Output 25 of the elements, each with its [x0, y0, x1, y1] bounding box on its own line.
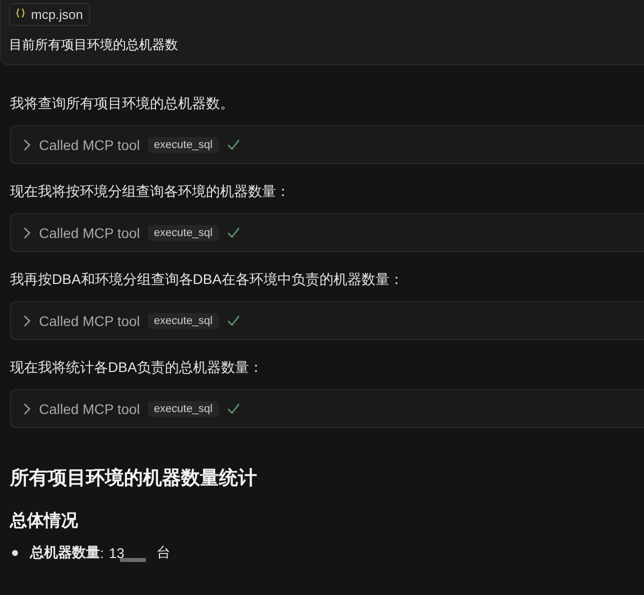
bullet-icon	[12, 550, 18, 556]
message-text: 现在我将按环境分组查询各环境的机器数量：	[10, 182, 291, 201]
attachment-chip[interactable]: mcp.json	[9, 3, 90, 26]
tool-call-row[interactable]: Called MCP tool execute_sql	[10, 301, 644, 340]
message-text: 现在我将统计各DBA负责的总机器数量：	[10, 358, 264, 377]
chevron-right-icon	[23, 138, 31, 150]
unit-text: 台	[156, 544, 170, 562]
chevron-right-icon	[23, 226, 31, 238]
section-heading: 总体情况	[10, 510, 79, 532]
tool-call-row[interactable]: Called MCP tool execute_sql	[10, 213, 644, 252]
colon-text: :	[100, 545, 104, 561]
message-text: 我将查询所有项目环境的总机器数。	[10, 94, 235, 113]
bullet-label: 总机器数量	[30, 544, 100, 562]
value-text: 13	[108, 545, 124, 561]
tool-name-tag: execute_sql	[148, 312, 219, 328]
tool-call-row[interactable]: Called MCP tool execute_sql	[10, 389, 644, 428]
prompt-text: 目前所有项目环境的总机器数	[9, 36, 179, 54]
tool-name-tag: execute_sql	[148, 400, 219, 416]
message-text: 我再按DBA和环境分组查询各DBA在各环境中负责的机器数量：	[10, 270, 405, 289]
tool-name-tag: execute_sql	[148, 136, 219, 152]
chevron-right-icon	[23, 314, 31, 326]
tool-name-tag: execute_sql	[148, 224, 219, 240]
report-heading: 所有项目环境的机器数量统计	[10, 466, 258, 491]
chevron-right-icon	[23, 402, 31, 414]
tool-call-row[interactable]: Called MCP tool execute_sql	[10, 125, 644, 164]
